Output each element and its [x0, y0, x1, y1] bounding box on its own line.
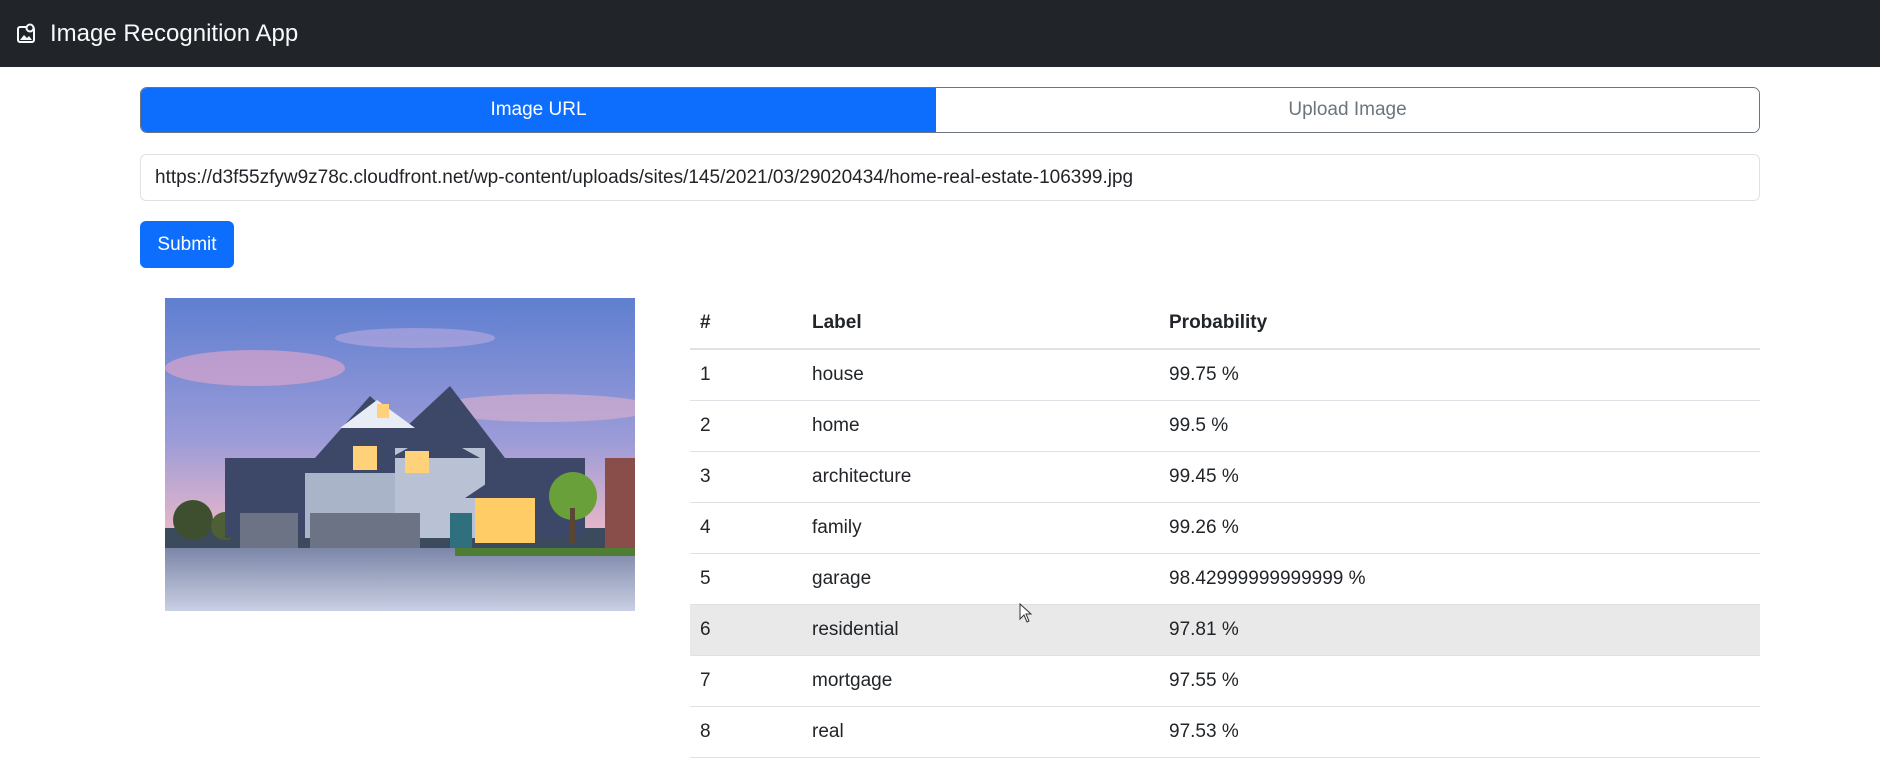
row-number: 7	[690, 655, 802, 707]
row-label: mortgage	[802, 655, 1159, 707]
table-row: 6 residential 97.81 %	[690, 604, 1760, 656]
table-row: 4 family 99.26 %	[690, 502, 1760, 554]
tab-image-url[interactable]: Image URL	[141, 88, 936, 132]
table-header-row: # Label Probability	[690, 298, 1760, 350]
row-number: 6	[690, 604, 802, 656]
header-label: Label	[802, 298, 1159, 350]
house-photo	[165, 298, 635, 611]
row-number: 4	[690, 502, 802, 554]
table-row: 3 architecture 99.45 %	[690, 451, 1760, 503]
row-label: house	[802, 349, 1159, 401]
table-row: 7 mortgage 97.55 %	[690, 655, 1760, 707]
row-probability: 99.26 %	[1159, 502, 1760, 554]
row-label: home	[802, 400, 1159, 452]
table-row: 8 real 97.53 %	[690, 706, 1760, 758]
table-row: 2 home 99.5 %	[690, 400, 1760, 452]
header-number: #	[690, 298, 802, 350]
row-probability: 97.53 %	[1159, 706, 1760, 758]
row-number: 8	[690, 706, 802, 758]
row-label: garage	[802, 553, 1159, 605]
image-icon	[16, 23, 38, 45]
table-row: 5 garage 98.42999999999999 %	[690, 553, 1760, 605]
row-number: 2	[690, 400, 802, 452]
app-title[interactable]: Image Recognition App	[50, 20, 298, 48]
row-probability: 97.55 %	[1159, 655, 1760, 707]
row-number: 5	[690, 553, 802, 605]
row-probability: 98.42999999999999 %	[1159, 553, 1760, 605]
navbar: Image Recognition App	[0, 0, 1880, 67]
row-probability: 99.45 %	[1159, 451, 1760, 503]
row-label: real	[802, 706, 1159, 758]
row-probability: 99.5 %	[1159, 400, 1760, 452]
input-mode-tabs: Image URL Upload Image	[140, 87, 1760, 133]
results-table: # Label Probability 1 house 99.75 % 2 ho…	[690, 298, 1760, 758]
row-number: 1	[690, 349, 802, 401]
table-row: 1 house 99.75 %	[690, 349, 1760, 401]
row-probability: 97.81 %	[1159, 604, 1760, 656]
row-label: residential	[802, 604, 1159, 656]
row-label: family	[802, 502, 1159, 554]
header-probability: Probability	[1159, 298, 1760, 350]
image-url-input[interactable]	[140, 154, 1760, 201]
tab-upload-image[interactable]: Upload Image	[936, 88, 1759, 132]
row-number: 3	[690, 451, 802, 503]
row-probability: 99.75 %	[1159, 349, 1760, 401]
submit-button[interactable]: Submit	[140, 221, 234, 268]
row-label: architecture	[802, 451, 1159, 503]
